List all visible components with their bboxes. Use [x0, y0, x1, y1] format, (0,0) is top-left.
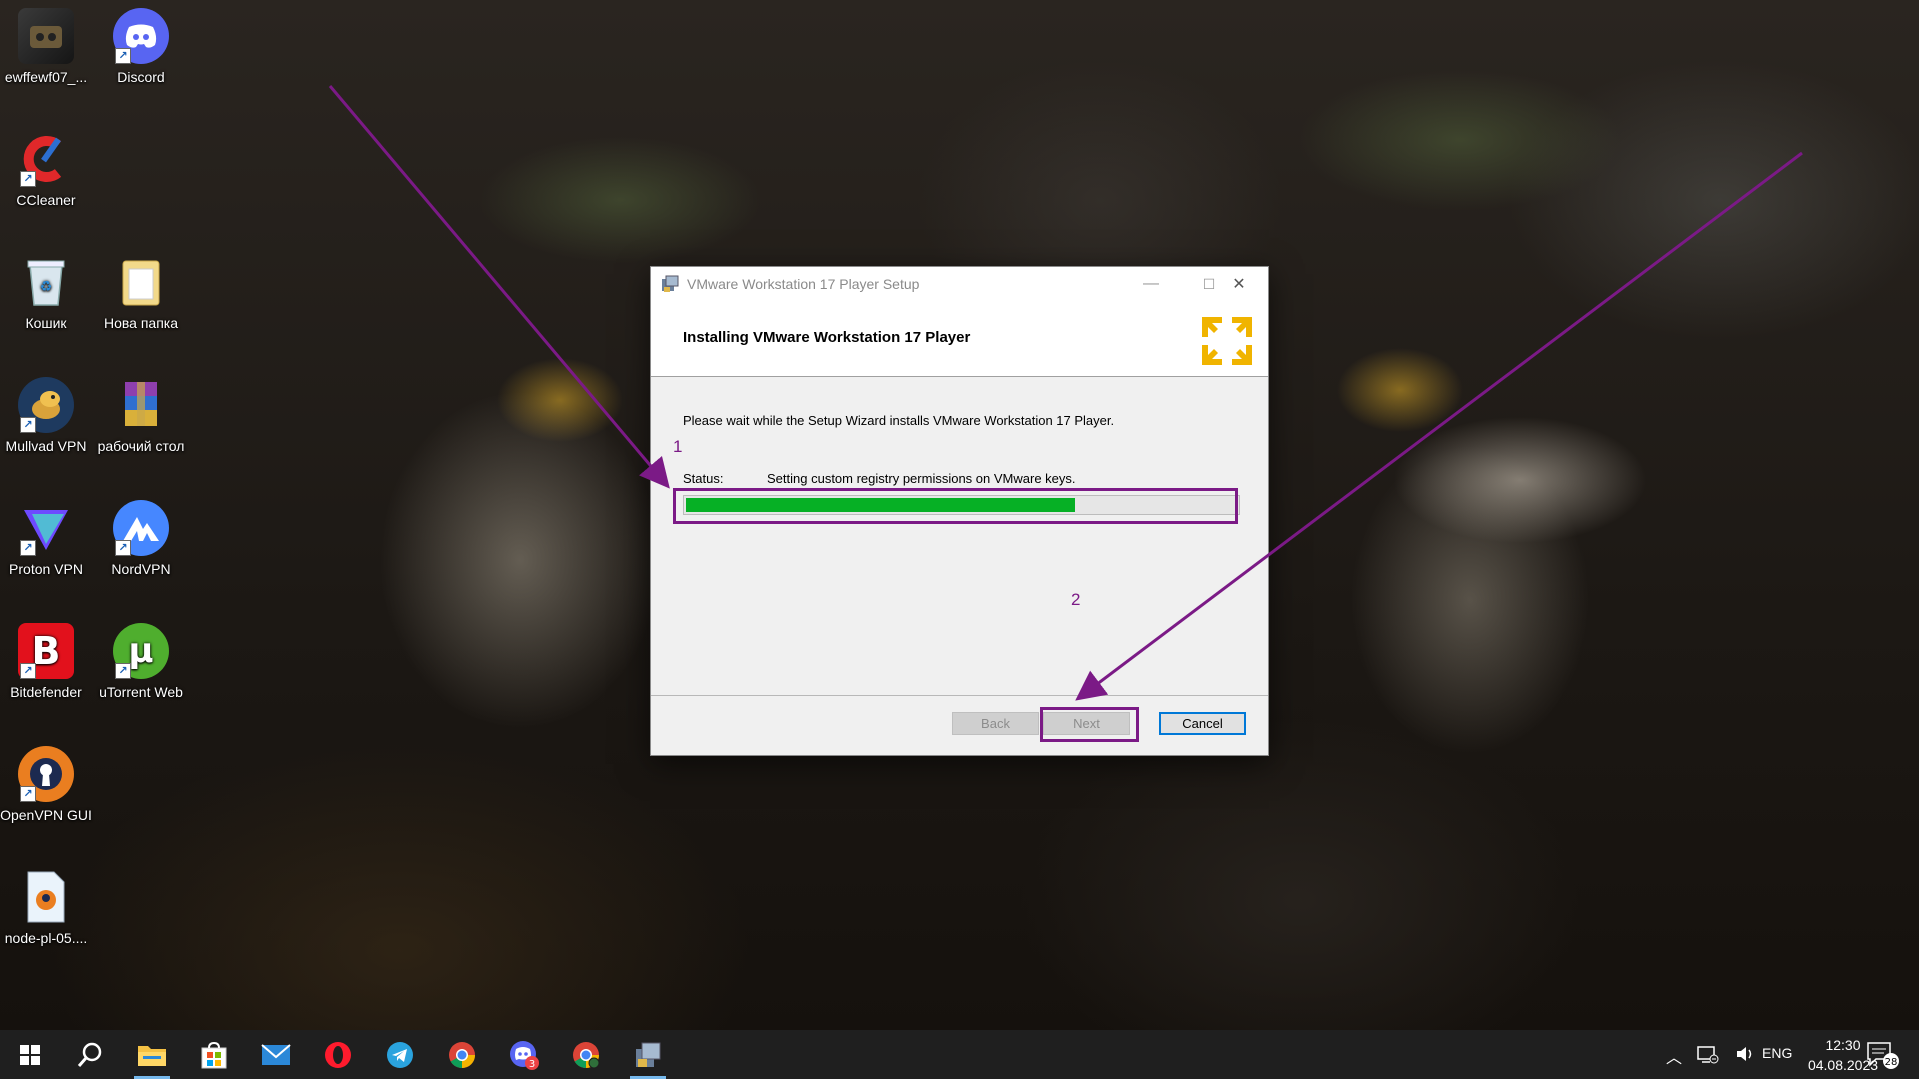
vmware-logo-icon — [1196, 311, 1258, 371]
desktop-icon-label: OpenVPN GUI — [0, 807, 92, 823]
desktop-icon-discord[interactable]: ↗ Discord — [95, 8, 187, 86]
dialog-title: VMware Workstation 17 Player Setup — [687, 276, 920, 292]
desktop-icon-openvpn[interactable]: ↗ OpenVPN GUI — [0, 746, 92, 824]
desktop-icon-label: Discord — [117, 69, 165, 85]
dialog-titlebar[interactable]: VMware Workstation 17 Player Setup — ☐ ✕ — [651, 267, 1268, 301]
desktop-icon-label: Кошик — [25, 315, 67, 331]
desktop-icon-mullvad[interactable]: ↗ Mullvad VPN — [0, 377, 92, 455]
svg-text:3: 3 — [529, 1059, 535, 1070]
desktop-icon-label: node-pl-05.... — [4, 930, 88, 946]
install-heading: Installing VMware Workstation 17 Player — [683, 329, 971, 346]
minimize-button[interactable]: — — [1122, 267, 1180, 301]
svg-text:♻: ♻ — [40, 279, 53, 295]
search-icon[interactable] — [66, 1030, 114, 1079]
shortcut-arrow-icon: ↗ — [115, 663, 131, 679]
setup-app-icon — [661, 275, 679, 293]
utorrent-icon: µ ↗ — [113, 623, 169, 679]
vmware-setup-dialog: VMware Workstation 17 Player Setup — ☐ ✕… — [650, 266, 1269, 756]
desktop-icon-rar-archive[interactable]: рабочий стол — [95, 377, 187, 455]
folder-icon — [113, 254, 169, 310]
desktop-icon-label: Mullvad VPN — [5, 438, 87, 454]
opera-icon[interactable] — [314, 1030, 362, 1079]
desktop-icon-label: CCleaner — [16, 192, 76, 208]
mullvad-icon: ↗ — [18, 377, 74, 433]
shortcut-arrow-icon: ↗ — [20, 663, 36, 679]
status-text: Setting custom registry permissions on V… — [767, 471, 1076, 486]
svg-text:28: 28 — [1885, 1057, 1898, 1068]
microsoft-store-icon[interactable] — [190, 1030, 238, 1079]
telegram-icon[interactable] — [376, 1030, 424, 1079]
winrar-archive-icon — [113, 377, 169, 433]
desktop-icon-nordvpn[interactable]: ↗ NordVPN — [95, 500, 187, 578]
desktop-icon-ccleaner[interactable]: ↗ CCleaner — [0, 131, 92, 209]
annotation-box-next — [1040, 707, 1139, 742]
shortcut-arrow-icon: ↗ — [20, 786, 36, 802]
network-icon[interactable] — [1697, 1044, 1719, 1069]
discord-icon: ↗ — [113, 8, 169, 64]
annotation-label-2: 2 — [1071, 590, 1081, 609]
desktop-icon-label: NordVPN — [111, 561, 171, 577]
notifications-icon[interactable]: 28 — [1866, 1040, 1900, 1075]
nordvpn-icon: ↗ — [113, 500, 169, 556]
desktop-icon-label: Bitdefender — [10, 684, 82, 700]
discord-taskbar-icon[interactable]: 3 — [500, 1030, 548, 1079]
wizard-message: Please wait while the Setup Wizard insta… — [683, 413, 1115, 428]
shortcut-arrow-icon: ↗ — [20, 417, 36, 433]
desktop-icon-bitdefender[interactable]: B ↗ Bitdefender — [0, 623, 92, 701]
show-hidden-icons-chevron-icon[interactable]: ︿ — [1666, 1044, 1682, 1068]
shortcut-arrow-icon: ↗ — [20, 540, 36, 556]
desktop-icon-new-folder[interactable]: Нова папка — [95, 254, 187, 332]
shortcut-arrow-icon: ↗ — [115, 48, 131, 64]
footer-divider — [651, 695, 1268, 696]
desktop-icon-recycle-bin[interactable]: ♻ Кошик — [0, 254, 92, 332]
bitdefender-icon: B ↗ — [18, 623, 74, 679]
chrome-icon[interactable] — [438, 1030, 486, 1079]
desktop-icon-label: Proton VPN — [9, 561, 83, 577]
volume-icon[interactable] — [1735, 1045, 1755, 1068]
recycle-bin-icon: ♻ — [18, 254, 74, 310]
vmware-setup-icon[interactable] — [624, 1030, 672, 1079]
openvpn-config-file-icon — [18, 869, 74, 925]
cancel-button[interactable]: Cancel — [1159, 712, 1246, 735]
proton-vpn-icon: ↗ — [18, 500, 74, 556]
annotation-box-progress — [673, 488, 1238, 524]
language-indicator[interactable]: ENG — [1762, 1045, 1792, 1061]
chrome-profile-icon[interactable] — [562, 1030, 610, 1079]
desktop-icon-game[interactable]: ewffewf07_... — [0, 8, 92, 86]
close-button[interactable]: ✕ — [1210, 267, 1268, 301]
shortcut-arrow-icon: ↗ — [20, 171, 36, 187]
windows-start-icon[interactable] — [6, 1030, 54, 1079]
shortcut-arrow-icon: ↗ — [115, 540, 131, 556]
annotation-label-1: 1 — [673, 437, 683, 456]
desktop-icon-ovpn-file[interactable]: node-pl-05.... — [0, 869, 92, 947]
desktop-icon-label: Нова папка — [103, 315, 179, 331]
openvpn-icon: ↗ — [18, 746, 74, 802]
back-button[interactable]: Back — [952, 712, 1039, 735]
desktop-icon-label: uTorrent Web — [99, 684, 183, 700]
game-icon — [18, 8, 74, 64]
mail-icon[interactable] — [252, 1030, 300, 1079]
desktop-icon-proton-vpn[interactable]: ↗ Proton VPN — [0, 500, 92, 578]
desktop-icon-utorrent[interactable]: µ ↗ uTorrent Web — [95, 623, 187, 701]
file-explorer-icon[interactable] — [128, 1030, 176, 1079]
ccleaner-icon: ↗ — [18, 131, 74, 187]
desktop-icon-label: ewffewf07_... — [4, 69, 88, 85]
desktop-icon-label: рабочий стол — [97, 438, 185, 454]
dialog-header: Installing VMware Workstation 17 Player — [651, 301, 1268, 377]
taskbar: 3 ︿ ENG 12:30 04.08.2023 28 — [0, 1030, 1919, 1079]
status-label: Status: — [683, 471, 724, 486]
